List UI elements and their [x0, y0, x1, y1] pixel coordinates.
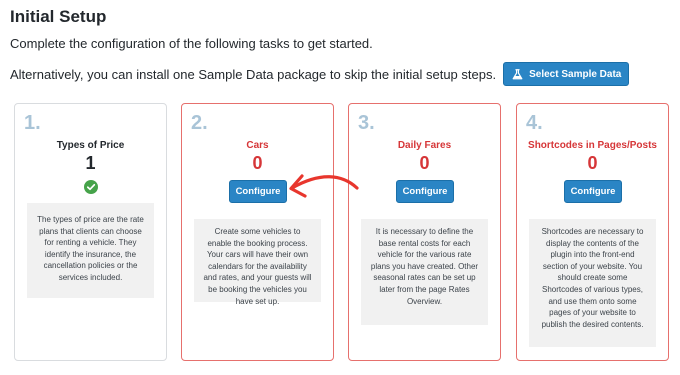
- card-count: 0: [587, 153, 598, 173]
- card-title: Daily Fares: [397, 140, 452, 151]
- select-sample-data-button[interactable]: Select Sample Data: [503, 62, 630, 86]
- card-count: 0: [419, 153, 430, 173]
- step-number: 1.: [24, 112, 41, 134]
- card-title: Types of Price: [56, 140, 125, 151]
- card-count: 1: [85, 153, 96, 173]
- card-description: Create some vehicles to enable the booki…: [194, 219, 321, 306]
- card-title: Shortcodes in Pages/Posts: [528, 140, 657, 151]
- sample-data-row: Alternatively, you can install one Sampl…: [10, 62, 630, 86]
- setup-card-types-of-price: 1. Types of Price 1 The types of price a…: [14, 103, 167, 361]
- card-title: Cars: [246, 140, 269, 151]
- card-description: It is necessary to define the base renta…: [361, 219, 488, 325]
- page-title: Initial Setup: [10, 7, 107, 26]
- intro-text: Complete the configuration of the follow…: [10, 36, 373, 51]
- alternative-text: Alternatively, you can install one Sampl…: [10, 66, 497, 82]
- configure-shortcodes-button[interactable]: Configure: [564, 180, 622, 203]
- setup-card-daily-fares: 3. Daily Fares 0 Configure It is necessa…: [348, 103, 501, 361]
- step-number: 3.: [358, 112, 375, 134]
- card-description: Shortcodes are necessary to display the …: [529, 219, 656, 347]
- configure-cars-button[interactable]: Configure: [229, 180, 287, 203]
- flask-icon: [512, 68, 523, 79]
- configure-daily-fares-button[interactable]: Configure: [396, 180, 454, 203]
- setup-card-cars: 2. Cars 0 Configure Create some vehicles…: [181, 103, 334, 361]
- card-count: 0: [252, 153, 263, 173]
- setup-card-shortcodes: 4. Shortcodes in Pages/Posts 0 Configure…: [516, 103, 669, 361]
- check-circle-icon: [84, 180, 98, 194]
- step-number: 4.: [526, 112, 543, 134]
- select-sample-data-label: Select Sample Data: [529, 68, 622, 80]
- card-description: The types of price are the rate plans th…: [27, 203, 154, 298]
- step-number: 2.: [191, 112, 208, 134]
